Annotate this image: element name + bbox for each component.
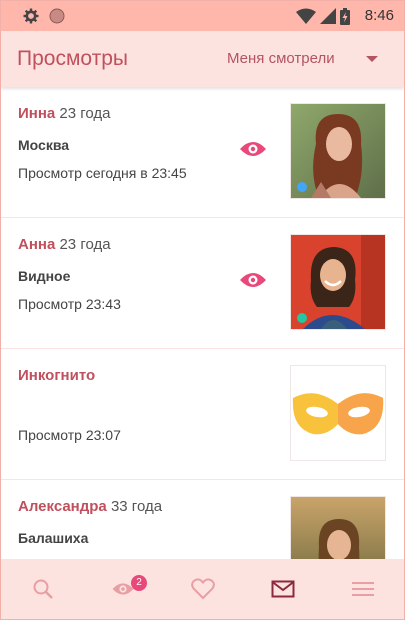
eye-icon[interactable] [239,270,267,295]
view-time: Просмотр 23:07 [18,427,121,443]
heart-icon[interactable] [173,559,233,619]
user-age: 23 года [59,105,111,122]
list-item[interactable]: Инна 23 года Москва Просмотр сегодня в 2… [1,87,404,219]
status-time: 8:46 [364,7,394,24]
views-badge: 2 [131,575,147,591]
filter-dropdown[interactable]: Меня смотрели [227,31,335,87]
user-photo[interactable] [290,234,386,330]
user-name-line: Инкогнито [18,367,95,384]
online-indicator [297,182,307,192]
user-photo[interactable] [290,496,386,559]
view-time: Просмотр 23:43 [18,296,121,312]
menu-icon[interactable] [333,559,393,619]
screen: 8:46 Просмотры Меня смотрели Инна 23 год… [0,0,405,620]
eye-icon[interactable] [239,139,267,164]
page-title: Просмотры [17,47,128,70]
user-city: Москва [18,137,70,153]
user-name: Александра [18,498,107,515]
user-city: Видное [18,268,71,284]
list-item[interactable]: Инкогнито Просмотр 23:07 [1,349,404,481]
view-time: Просмотр сегодня в 23:45 [18,165,187,181]
battery-icon [337,1,353,31]
incognito-mask-image[interactable] [290,365,386,461]
search-icon[interactable] [13,559,73,619]
app-bar: Просмотры Меня смотрели [1,31,404,87]
views-list: Инна 23 года Москва Просмотр сегодня в 2… [1,87,404,559]
user-name-line: Анна 23 года [18,236,111,253]
user-name: Анна [18,236,56,253]
chevron-down-icon[interactable] [366,56,378,62]
user-age: 23 года [59,236,111,253]
list-item[interactable]: Анна 23 года Видное Просмотр 23:43 [1,218,404,350]
user-city: Балашиха [18,530,89,546]
record-icon [45,1,69,31]
wifi-icon [293,1,319,31]
status-bar: 8:46 [1,1,404,31]
user-name: Инкогнито [18,367,96,384]
user-name: Инна [18,105,56,122]
online-indicator [297,313,307,323]
user-age: 33 года [110,498,163,515]
gear-icon [19,1,43,31]
list-item[interactable]: Александра 33 года Балашиха [1,480,404,559]
user-photo[interactable] [290,103,386,199]
mail-icon[interactable] [253,559,313,619]
bottom-nav: 2 [1,559,404,619]
user-name-line: Инна 23 года [18,105,111,122]
signal-icon [317,1,339,31]
user-name-line: Александра 33 года [18,498,162,515]
